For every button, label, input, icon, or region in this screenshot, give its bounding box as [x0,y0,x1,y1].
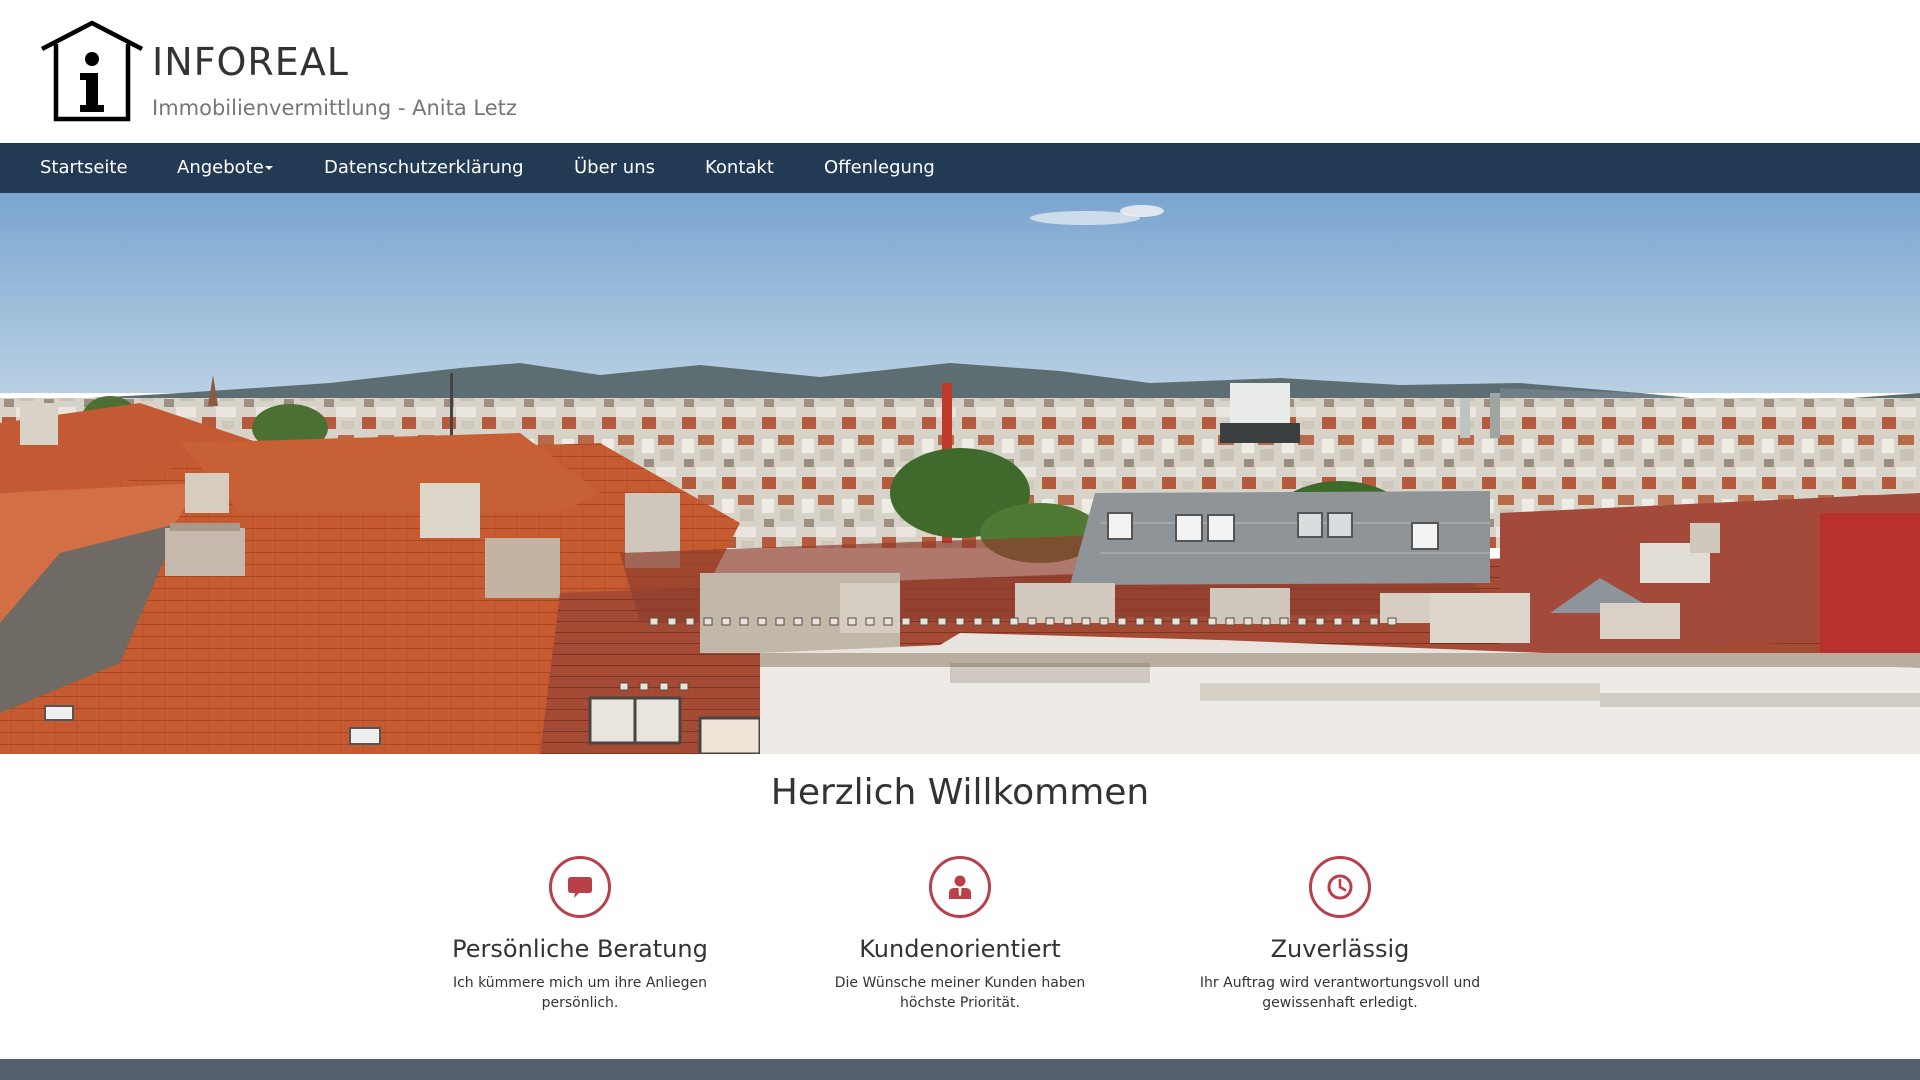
nav-item-angebote[interactable]: Angebote [177,143,273,193]
footer-bar [0,1059,1920,1080]
feature-title: Kundenorientiert [859,935,1061,963]
nav-item-label: Über uns [574,157,655,178]
feature-text: Die Wünsche meiner Kunden haben höchste … [834,975,1086,1011]
feature-icon-circle [929,856,991,918]
house-info-icon[interactable] [40,19,144,123]
site-subtitle: Immobilienvermittlung - Anita Letz [152,96,517,120]
main-navigation: Startseite Angebote Datenschutzerklärung… [0,143,1920,193]
feature-icon-circle [1309,856,1371,918]
nav-item-ueber-uns[interactable]: Über uns [574,143,655,193]
nav-item-startseite[interactable]: Startseite [40,143,128,193]
nav-item-label: Datenschutzerklärung [324,157,524,178]
feature-kundenorientiert: Kundenorientiert Die Wünsche meiner Kund… [810,856,1110,1013]
nav-item-label: Offenlegung [824,157,935,178]
feature-text: Ich kümmere mich um ihre Anliegen persön… [452,975,708,1011]
nav-item-label: Angebote [177,157,264,178]
feature-zuverlaessig: Zuverlässig Ihr Auftrag wird verantwortu… [1190,856,1490,1013]
feature-persoenliche-beratung: Persönliche Beratung Ich kümmere mich um… [430,856,730,1013]
nav-item-datenschutzerklaerung[interactable]: Datenschutzerklärung [324,143,524,193]
hero-image [0,193,1920,754]
nav-item-label: Kontakt [705,157,774,178]
nav-item-kontakt[interactable]: Kontakt [705,143,774,193]
feature-title: Persönliche Beratung [452,935,708,963]
site-title[interactable]: INFOREAL [152,40,349,84]
nav-item-offenlegung[interactable]: Offenlegung [824,143,935,193]
site-header: INFOREAL Immobilienvermittlung - Anita L… [0,0,1920,143]
welcome-heading: Herzlich Willkommen [770,772,1150,813]
caret-down-icon [264,166,273,170]
feature-text: Ihr Auftrag wird verantwortungsvoll und … [1199,975,1481,1011]
feature-icon-circle [549,856,611,918]
nav-item-label: Startseite [40,157,128,178]
feature-title: Zuverlässig [1270,935,1410,963]
